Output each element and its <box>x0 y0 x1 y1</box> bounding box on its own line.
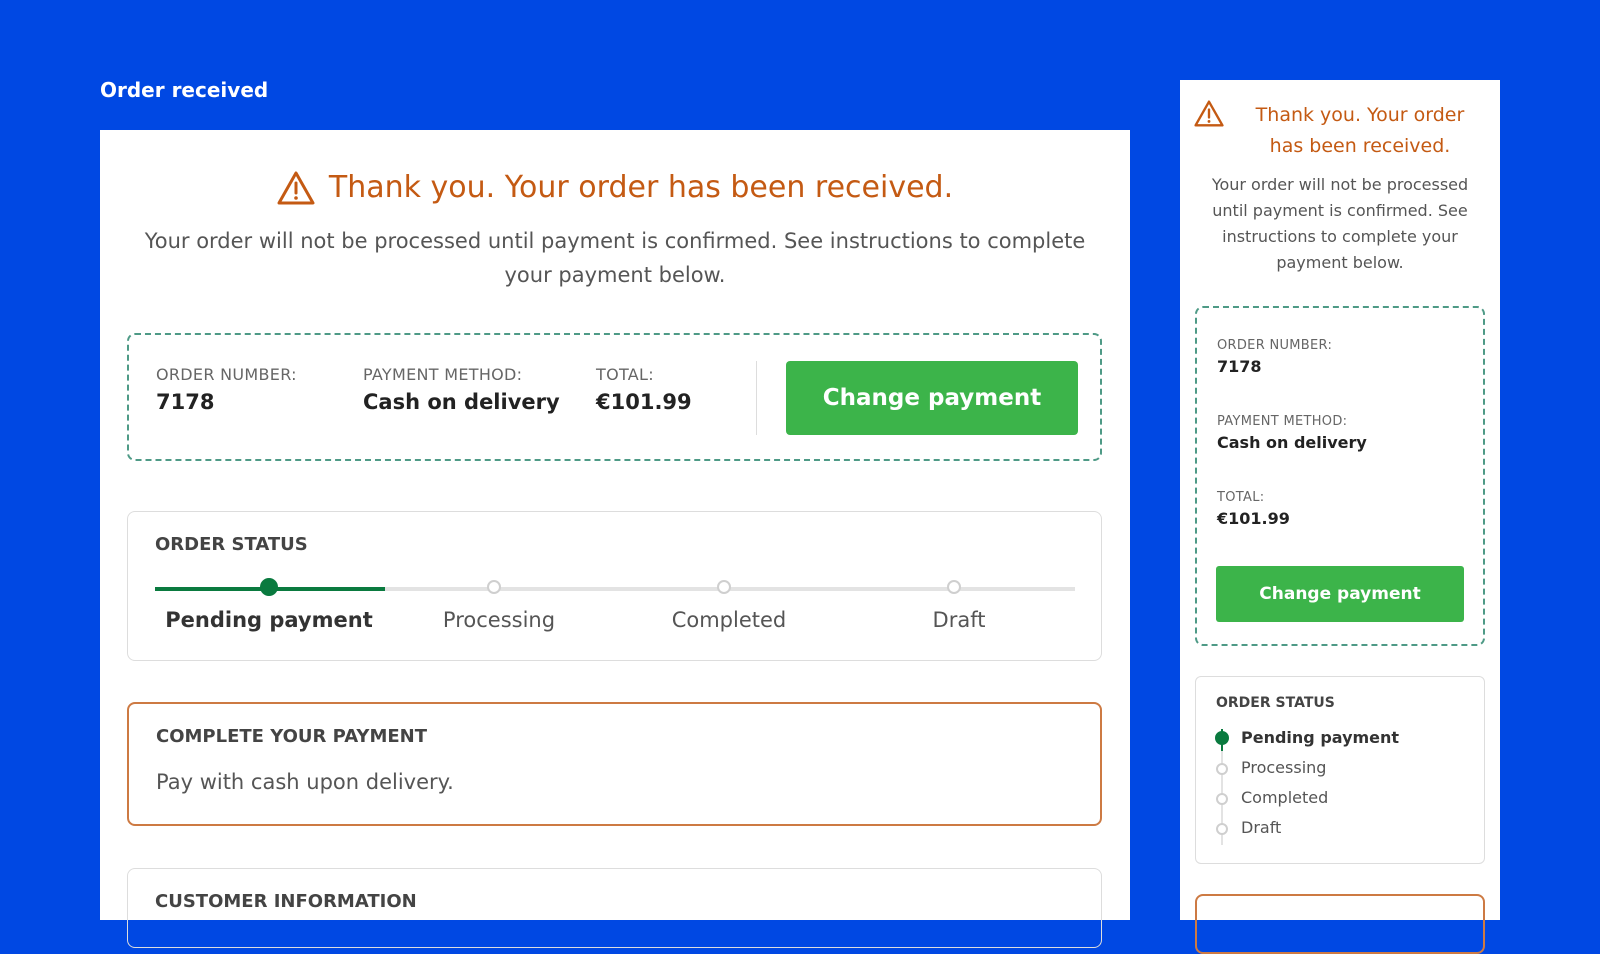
notice-message: Your order will not be processed until p… <box>144 229 1086 287</box>
order-received-card-mobile: Thank you. Your order has been received.… <box>1180 80 1500 954</box>
order-number-value: 7178 <box>156 390 215 414</box>
mobile-status-step-processing: Processing <box>1241 758 1327 777</box>
payment-method-label: PAYMENT METHOD: <box>363 365 523 384</box>
order-status-title: ORDER STATUS <box>155 534 308 555</box>
status-step-pending-payment: Pending payment <box>165 608 373 632</box>
mobile-notice-title: Thank you. Your order has been received. <box>1255 104 1465 157</box>
payment-method-value: Cash on delivery <box>363 390 560 414</box>
mobile-status-dot-pending <box>1215 731 1229 745</box>
summary-divider <box>756 361 757 435</box>
order-received-card: Thank you. Your order has been received.… <box>100 130 1130 948</box>
warning-triangle-icon <box>277 171 315 205</box>
page-title: Order received <box>100 78 269 102</box>
mobile-complete-payment-panel <box>1195 894 1485 954</box>
mobile-payment-method-field: PAYMENT METHOD: Cash on delivery <box>1217 414 1367 452</box>
mobile-status-dot-completed <box>1216 793 1228 805</box>
total-value: €101.99 <box>596 390 692 414</box>
mobile-total-label: TOTAL: <box>1217 490 1265 505</box>
complete-payment-panel: COMPLETE YOUR PAYMENT Pay with cash upon… <box>127 702 1102 826</box>
mobile-payment-method-value: Cash on delivery <box>1217 433 1367 452</box>
order-number-field: ORDER NUMBER: 7178 <box>156 365 297 414</box>
mobile-status-step-draft: Draft <box>1241 818 1282 837</box>
order-status-panel: ORDER STATUS Pending payment Processing … <box>127 511 1102 661</box>
mobile-notice-message: Your order will not be processed until p… <box>1211 175 1469 272</box>
status-progress-track <box>155 587 1075 591</box>
mobile-order-summary: ORDER NUMBER: 7178 PAYMENT METHOD: Cash … <box>1195 306 1485 646</box>
mobile-status-dot-draft <box>1216 823 1228 835</box>
warning-triangle-icon <box>1194 100 1224 131</box>
mobile-payment-method-label: PAYMENT METHOD: <box>1217 414 1348 429</box>
status-step-completed: Completed <box>671 608 787 632</box>
payment-method-field: PAYMENT METHOD: Cash on delivery <box>363 365 560 414</box>
mobile-order-number-value: 7178 <box>1217 357 1262 376</box>
status-step-dot-draft <box>947 580 961 594</box>
status-step-dot-pending <box>260 578 278 596</box>
mobile-order-number-label: ORDER NUMBER: <box>1217 338 1333 353</box>
mobile-status-step-completed: Completed <box>1241 788 1329 807</box>
complete-payment-text: Pay with cash upon delivery. <box>156 770 454 794</box>
mobile-notice-heading: Thank you. Your order has been received. <box>1194 100 1484 162</box>
change-payment-button[interactable]: Change payment <box>786 361 1078 435</box>
notice-heading: Thank you. Your order has been received. <box>100 170 1130 205</box>
status-step-dot-completed <box>717 580 731 594</box>
mobile-order-number-field: ORDER NUMBER: 7178 <box>1217 338 1332 376</box>
notice-title-text: Thank you. Your order has been received. <box>328 170 954 205</box>
order-summary: ORDER NUMBER: 7178 PAYMENT METHOD: Cash … <box>127 333 1102 461</box>
mobile-status-step-pending-payment: Pending payment <box>1241 728 1400 747</box>
mobile-change-payment-button[interactable]: Change payment <box>1216 566 1464 622</box>
mobile-order-status-title: ORDER STATUS <box>1216 695 1335 711</box>
status-step-processing: Processing <box>442 608 556 632</box>
mobile-order-status-panel: ORDER STATUS Pending payment Processing … <box>1195 676 1485 864</box>
mobile-total-field: TOTAL: €101.99 <box>1217 490 1290 528</box>
complete-payment-title: COMPLETE YOUR PAYMENT <box>156 726 427 747</box>
customer-information-panel: CUSTOMER INFORMATION <box>127 868 1102 948</box>
status-step-draft: Draft <box>932 608 986 632</box>
order-number-label: ORDER NUMBER: <box>156 365 297 384</box>
status-step-dot-processing <box>487 580 501 594</box>
customer-information-title: CUSTOMER INFORMATION <box>155 891 417 912</box>
mobile-total-value: €101.99 <box>1217 509 1290 528</box>
mobile-status-dot-processing <box>1216 763 1228 775</box>
total-label: TOTAL: <box>596 365 654 384</box>
total-field: TOTAL: €101.99 <box>596 365 692 414</box>
